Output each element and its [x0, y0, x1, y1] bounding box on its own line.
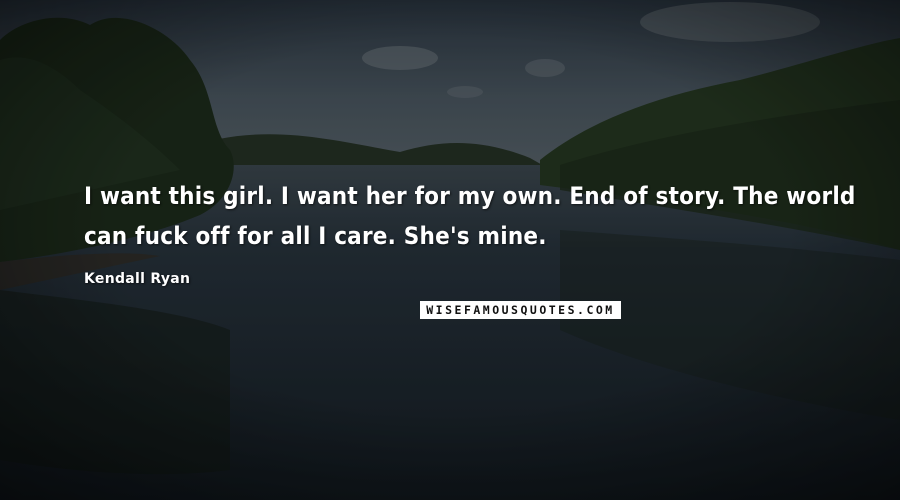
quote-text: I want this girl. I want her for my own.…	[84, 182, 856, 250]
quote-author: Kendall Ryan	[84, 271, 191, 287]
watermark-badge: WISEFAMOUSQUOTES.COM	[420, 301, 621, 319]
quote-image: I want this girl. I want her for my own.…	[0, 0, 900, 500]
